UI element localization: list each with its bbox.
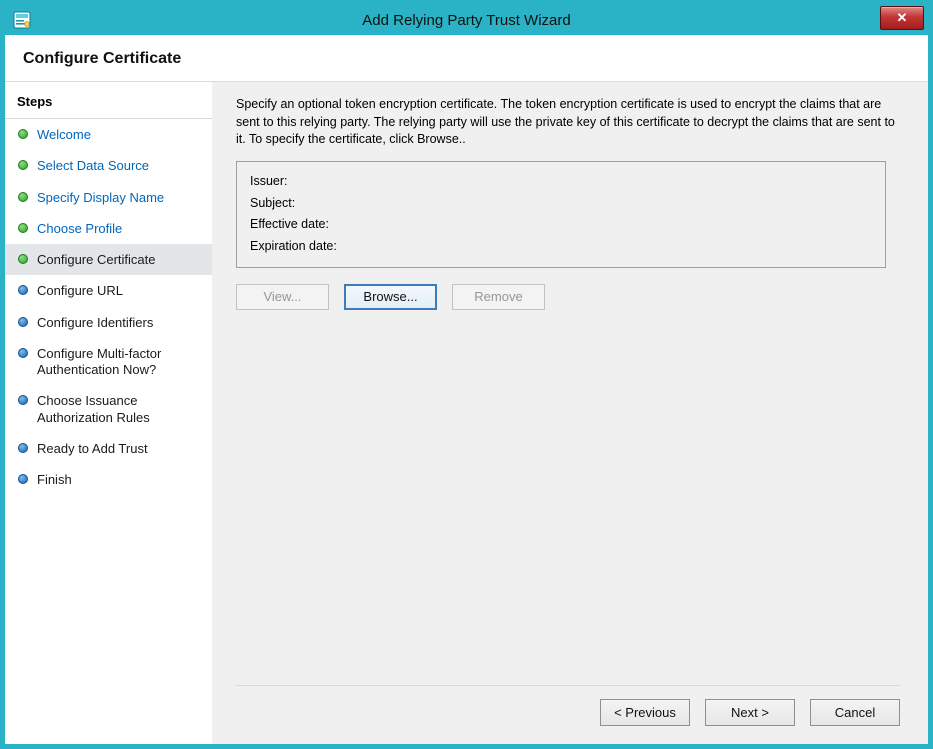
next-button[interactable]: Next > — [705, 699, 795, 726]
close-button[interactable]: ✕ — [880, 6, 924, 30]
window-title: Add Relying Party Trust Wizard — [5, 12, 928, 29]
sidebar-item-configure-mfa: Configure Multi-factor Authentication No… — [5, 338, 212, 386]
steps-sidebar: Steps Welcome Select Data Source Specify… — [5, 82, 212, 744]
view-button: View... — [236, 284, 329, 310]
browse-button[interactable]: Browse... — [344, 284, 437, 310]
certificate-expiration-date-label: Expiration date: — [250, 235, 872, 257]
step-status-icon — [18, 348, 28, 358]
step-status-icon — [18, 192, 28, 202]
sidebar-item-ready-to-add-trust: Ready to Add Trust — [5, 433, 212, 464]
sidebar-item-finish: Finish — [5, 464, 212, 495]
wizard-footer: < Previous Next > Cancel — [236, 685, 900, 726]
step-label: Configure Identifiers — [37, 315, 153, 331]
sidebar-item-specify-display-name[interactable]: Specify Display Name — [5, 182, 212, 213]
previous-button[interactable]: < Previous — [600, 699, 690, 726]
step-label: Welcome — [37, 127, 91, 143]
certificate-details-box: Issuer: Subject: Effective date: Expirat… — [236, 161, 886, 268]
page-title: Configure Certificate — [23, 50, 910, 68]
page-header: Configure Certificate — [5, 35, 928, 82]
step-status-icon — [18, 395, 28, 405]
certificate-actions: View... Browse... Remove — [236, 284, 900, 310]
step-status-icon — [18, 285, 28, 295]
main-content: Specify an optional token encryption cer… — [212, 82, 928, 744]
certificate-issuer-label: Issuer: — [250, 171, 872, 193]
step-status-icon — [18, 474, 28, 484]
step-label: Configure Certificate — [37, 252, 156, 268]
step-label: Finish — [37, 472, 72, 488]
step-status-icon — [18, 254, 28, 264]
certificate-effective-date-label: Effective date: — [250, 214, 872, 236]
sidebar-item-select-data-source[interactable]: Select Data Source — [5, 150, 212, 181]
step-status-icon — [18, 317, 28, 327]
step-label: Choose Issuance Authorization Rules — [37, 393, 202, 426]
sidebar-item-configure-identifiers: Configure Identifiers — [5, 307, 212, 338]
step-label: Specify Display Name — [37, 190, 164, 206]
certificate-subject-label: Subject: — [250, 192, 872, 214]
sidebar-item-choose-profile[interactable]: Choose Profile — [5, 213, 212, 244]
step-label: Configure Multi-factor Authentication No… — [37, 346, 202, 379]
sidebar-item-welcome[interactable]: Welcome — [5, 119, 212, 150]
step-status-icon — [18, 129, 28, 139]
step-label: Choose Profile — [37, 221, 122, 237]
remove-button: Remove — [452, 284, 545, 310]
sidebar-item-configure-certificate: Configure Certificate — [5, 244, 212, 275]
cancel-button[interactable]: Cancel — [810, 699, 900, 726]
step-label: Configure URL — [37, 283, 123, 299]
step-status-icon — [18, 160, 28, 170]
description-text: Specify an optional token encryption cer… — [236, 96, 900, 149]
sidebar-item-choose-issuance-rules: Choose Issuance Authorization Rules — [5, 385, 212, 433]
step-label: Ready to Add Trust — [37, 441, 148, 457]
wizard-window: Add Relying Party Trust Wizard ✕ Configu… — [0, 0, 933, 749]
step-status-icon — [18, 223, 28, 233]
steps-header: Steps — [5, 84, 212, 119]
step-label: Select Data Source — [37, 158, 149, 174]
sidebar-item-configure-url: Configure URL — [5, 275, 212, 306]
title-bar: Add Relying Party Trust Wizard ✕ — [5, 5, 928, 35]
step-status-icon — [18, 443, 28, 453]
